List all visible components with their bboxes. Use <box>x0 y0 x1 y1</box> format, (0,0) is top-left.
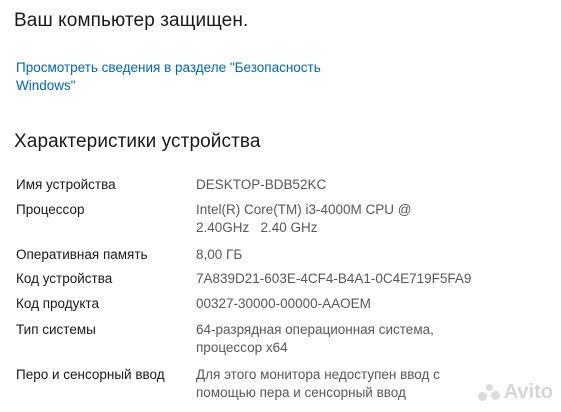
spec-value: DESKTOP-BDB52KC <box>196 177 327 192</box>
security-link-line1: Просмотреть сведения в разделе "Безопасн… <box>16 60 321 75</box>
spec-row-pen-touch: Перо и сенсорный ввод Для этого монитора… <box>16 366 556 406</box>
spec-label: Код продукта <box>16 296 99 311</box>
spec-value: 00327-30000-00000-AAOEM <box>196 296 371 311</box>
avito-watermark: Avito <box>477 381 553 404</box>
spec-label: Оперативная память <box>16 247 148 262</box>
spec-value: Для этого монитора недоступен ввод с пом… <box>196 367 440 400</box>
spec-value: 7A839D21-603E-4CF4-B4A1-0C4E719F5FA9 <box>196 271 472 286</box>
watermark-text: Avito <box>503 381 553 403</box>
spec-label: Код устройства <box>16 271 113 286</box>
avito-dots-icon <box>477 383 500 402</box>
security-details-link[interactable]: Просмотреть сведения в разделе "Безопасн… <box>16 59 346 95</box>
spec-label: Тип системы <box>16 322 96 337</box>
device-specs-title: Характеристики устройства <box>14 131 261 152</box>
security-link-line2: Windows" <box>16 78 76 93</box>
spec-value: 64-разрядная операционная система, проце… <box>196 322 434 355</box>
spec-label: Процессор <box>16 202 85 217</box>
spec-label: Перо и сенсорный ввод <box>16 367 165 382</box>
spec-row-processor: Процессор Intel(R) Core(TM) i3-4000M CPU… <box>16 201 556 241</box>
spec-value: 8,00 ГБ <box>196 247 243 262</box>
spec-value: Intel(R) Core(TM) i3-4000M CPU @ 2.40GHz… <box>196 202 416 235</box>
spec-row-system-type: Тип системы 64-разрядная операционная си… <box>16 321 556 361</box>
security-status-text: Ваш компьютер защищен. <box>14 10 249 31</box>
spec-label: Имя устройства <box>16 177 116 192</box>
